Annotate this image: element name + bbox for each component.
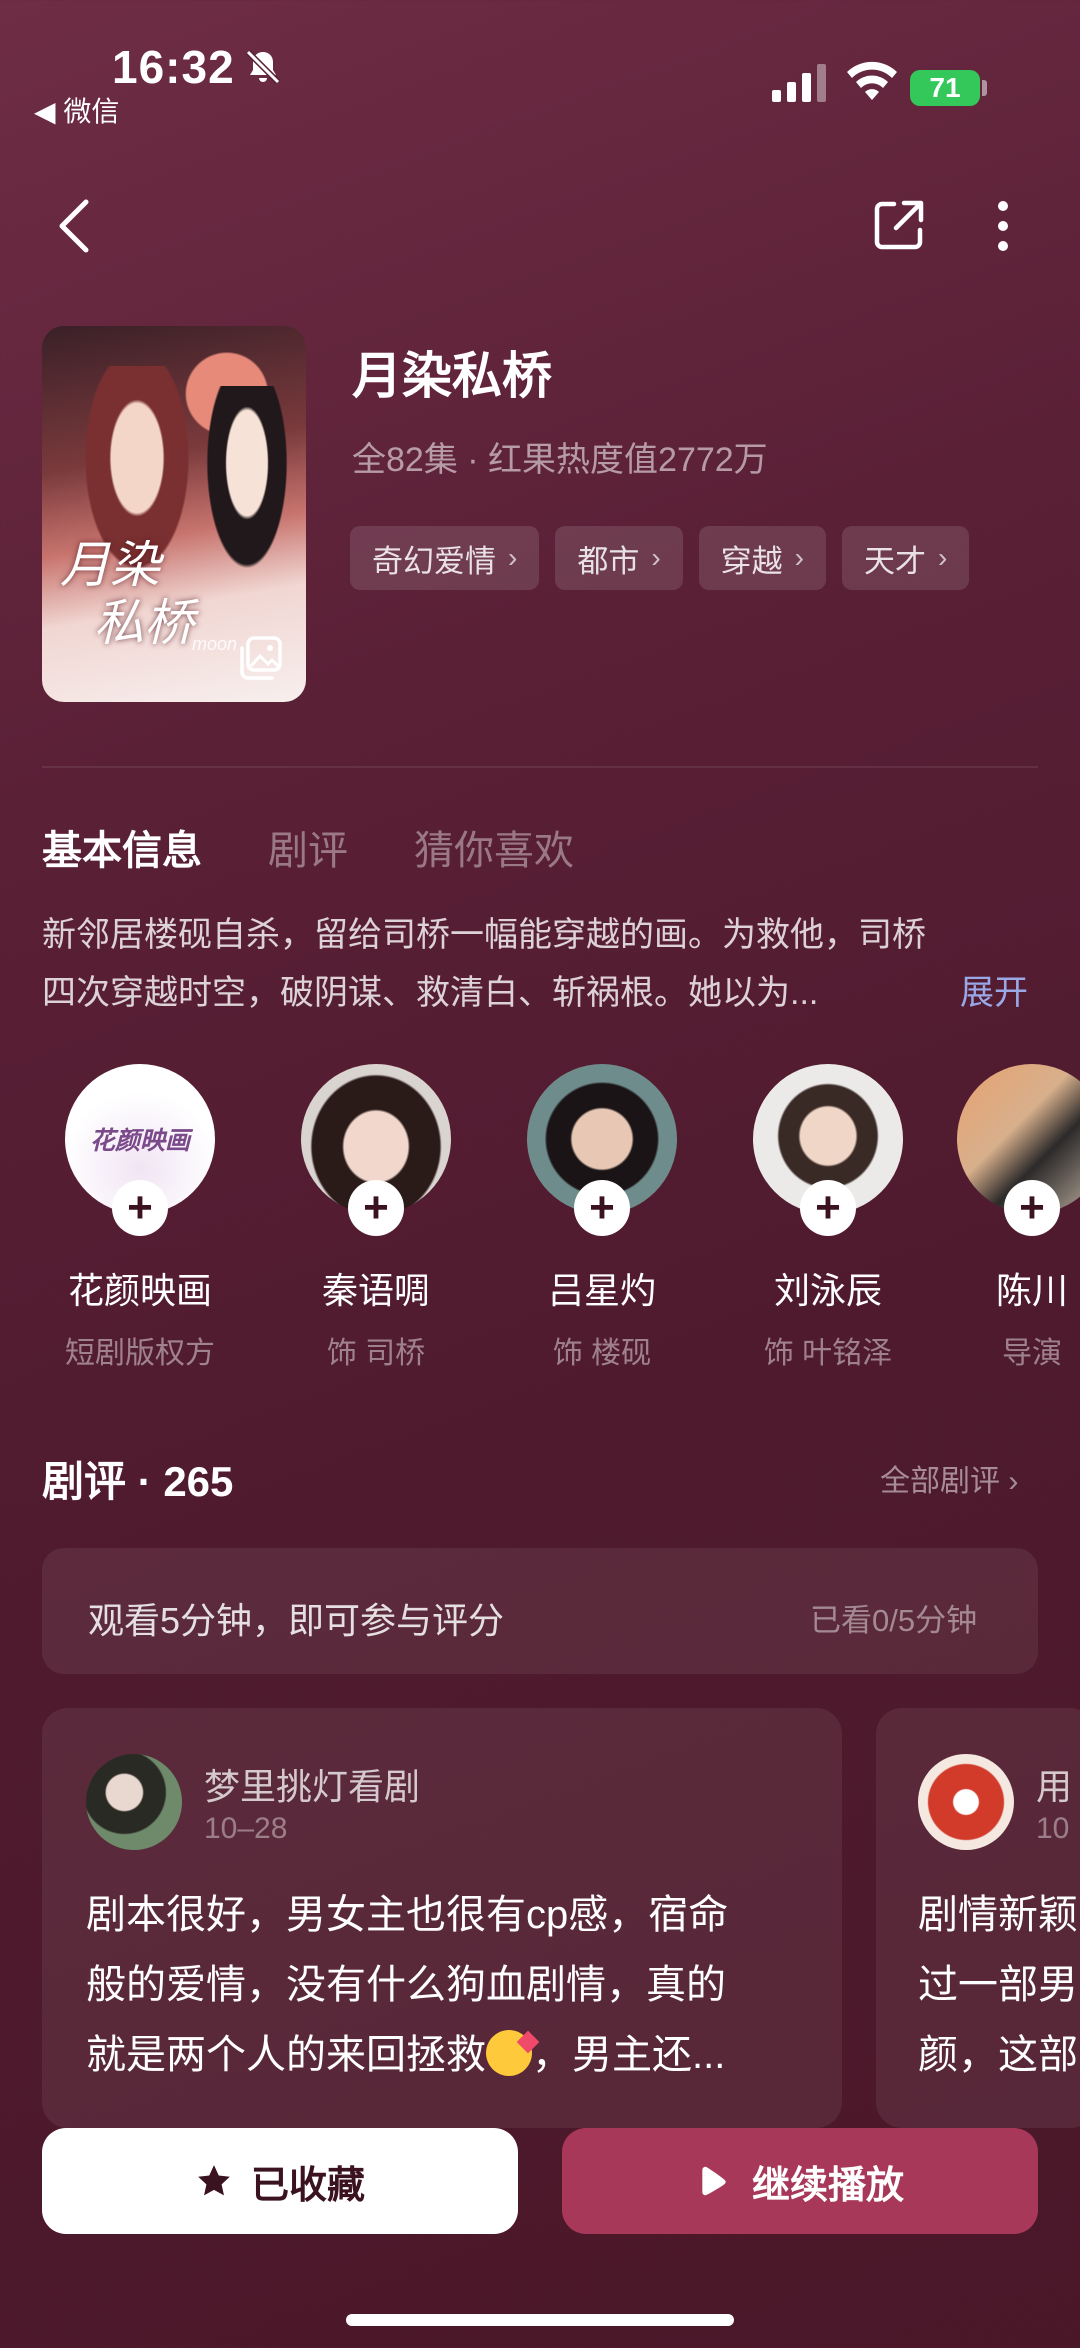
avatar[interactable] [918,1754,1014,1850]
play-label: 继续播放 [751,2164,904,2207]
favorite-button[interactable]: 已收藏 [42,2128,518,2234]
studio-logo: 花颜映画 [89,1126,190,1155]
cast-role: 短剧版权方 [65,1337,215,1370]
cast-name: 陈川 [995,1270,1068,1311]
cast-item[interactable]: + 刘泳辰 饰 叶铭泽 [718,1064,938,1372]
more-icon[interactable] [990,196,1016,256]
drama-title: 月染私桥 [352,348,552,404]
avatar[interactable]: + [527,1064,677,1236]
favorite-label: 已收藏 [250,2164,365,2207]
cast-role: 饰 司桥 [326,1337,426,1370]
tab-recommendations[interactable]: 猜你喜欢 [414,818,574,876]
review-user[interactable]: 梦里挑灯看剧 [204,1758,420,1810]
all-reviews-link[interactable]: 全部剧评 › [880,1456,1018,1500]
tag-fantasy-romance[interactable]: 奇幻爱情 › [350,526,540,590]
cast-role: 导演 [1002,1337,1062,1370]
expand-link[interactable]: 展开 [960,965,1028,1014]
back-to-app[interactable]: ◀ 微信 [34,90,119,130]
follow-plus-icon[interactable]: + [800,1180,856,1236]
cast-name: 秦语啁 [321,1270,430,1311]
avatar[interactable] [86,1754,182,1850]
watch-progress: 已看0/5分钟 [810,1603,978,1638]
cast-role: 饰 楼砚 [552,1337,652,1370]
back-arrow-icon[interactable] [52,196,96,256]
review-date: 10–28 [204,1812,288,1845]
header-divider [42,766,1038,768]
chevron-right-icon: › [651,542,661,573]
synopsis: 新邻居楼砚自杀，留给司桥一幅能穿越的画。为救他，司桥 四次穿越时空，破阴谋、救清… [42,906,1038,1022]
avatar[interactable]: 花颜映画 + [65,1064,215,1236]
tab-basic-info[interactable]: 基本信息 [42,818,202,876]
follow-plus-icon[interactable]: + [574,1180,630,1236]
review-date: 10 [1036,1812,1070,1845]
synopsis-line-2: 四次穿越时空，破阴谋、救清白、斩祸根。她以为... [42,974,819,1012]
continue-play-button[interactable]: 继续播放 [562,2128,1038,2234]
cast-item[interactable]: + 吕星灼 饰 楼砚 [492,1064,712,1372]
tag-time-travel[interactable]: 穿越 › [698,526,826,590]
cast-item[interactable]: 花颜映画 + 花颜映画 短剧版权方 [30,1064,250,1372]
review-body: 剧本很好，男女主也很有cp感，宿命 般的爱情，没有什么狗血剧情，真的 就是两个人… [86,1893,729,2077]
synopsis-line-1: 新邻居楼砚自杀，留给司桥一幅能穿越的画。为救他，司桥 [42,916,926,954]
gallery-icon[interactable] [238,636,284,680]
cast-item[interactable]: + 秦语啁 饰 司桥 [266,1064,486,1372]
review-card[interactable]: 梦里挑灯看剧 10–28 剧本很好，男女主也很有cp感，宿命 般的爱情，没有什么… [42,1708,842,2128]
review-body: 剧情新颖 过一部男 颜，这部 [918,1893,1078,2077]
review-card[interactable]: 用 10 剧情新颖 过一部男 颜，这部 [876,1708,1080,2128]
tab-reviews[interactable]: 剧评 [268,818,348,876]
star-icon [198,2165,230,2196]
poster-title-art: 月染 私桥 [60,536,194,652]
avatar[interactable]: + [753,1064,903,1236]
play-icon [702,2166,726,2196]
cast-name: 花颜映画 [67,1270,212,1311]
cast-list: 花颜映画 + 花颜映画 短剧版权方 + 秦语啁 饰 司桥 + 吕星灼 饰 楼砚 … [0,1064,1080,1384]
chevron-right-icon: › [508,542,518,573]
cast-name: 吕星灼 [547,1270,656,1311]
follow-plus-icon[interactable]: + [348,1180,404,1236]
kiss-emoji-icon [486,2030,540,2076]
avatar[interactable]: + [957,1064,1080,1236]
battery-tip [982,80,987,96]
review-user[interactable]: 用 [1036,1758,1072,1810]
wifi-icon [847,61,897,100]
follow-plus-icon[interactable]: + [112,1180,168,1236]
detail-tabs: 基本信息 剧评 猜你喜欢 [42,818,574,876]
home-indicator[interactable] [346,2314,734,2326]
chevron-right-icon: › [794,542,804,573]
poster-subtitle: moon [192,634,238,654]
drama-poster[interactable]: 月染 私桥 moon [42,326,306,702]
signal-icon [772,64,826,102]
drama-meta: 全82集 · 红果热度值2772万 [352,441,768,479]
tag-urban[interactable]: 都市 › [555,526,683,590]
tag-genius[interactable]: 天才 › [841,526,970,590]
poster-figure-male [192,386,302,606]
cast-name: 刘泳辰 [773,1270,882,1311]
chevron-right-icon: › [937,542,948,573]
rating-prompt: 观看5分钟，即可参与评分 [88,1600,505,1641]
avatar[interactable]: + [301,1064,451,1236]
battery-indicator: 71 [910,70,980,106]
share-icon[interactable] [872,198,926,252]
reviews-title: 剧评 · 265 [42,1458,234,1505]
tag-list: 奇幻爱情 › 都市 › 穿越 › 天才 › [350,526,970,590]
bell-muted-icon [245,49,281,85]
chevron-right-icon: › [1008,1465,1019,1498]
cast-item[interactable]: + 陈川 导演 [944,1064,1080,1372]
follow-plus-icon[interactable]: + [1004,1180,1060,1236]
cast-role: 饰 叶铭泽 [763,1337,893,1370]
status-time: 16:32 [112,41,235,93]
